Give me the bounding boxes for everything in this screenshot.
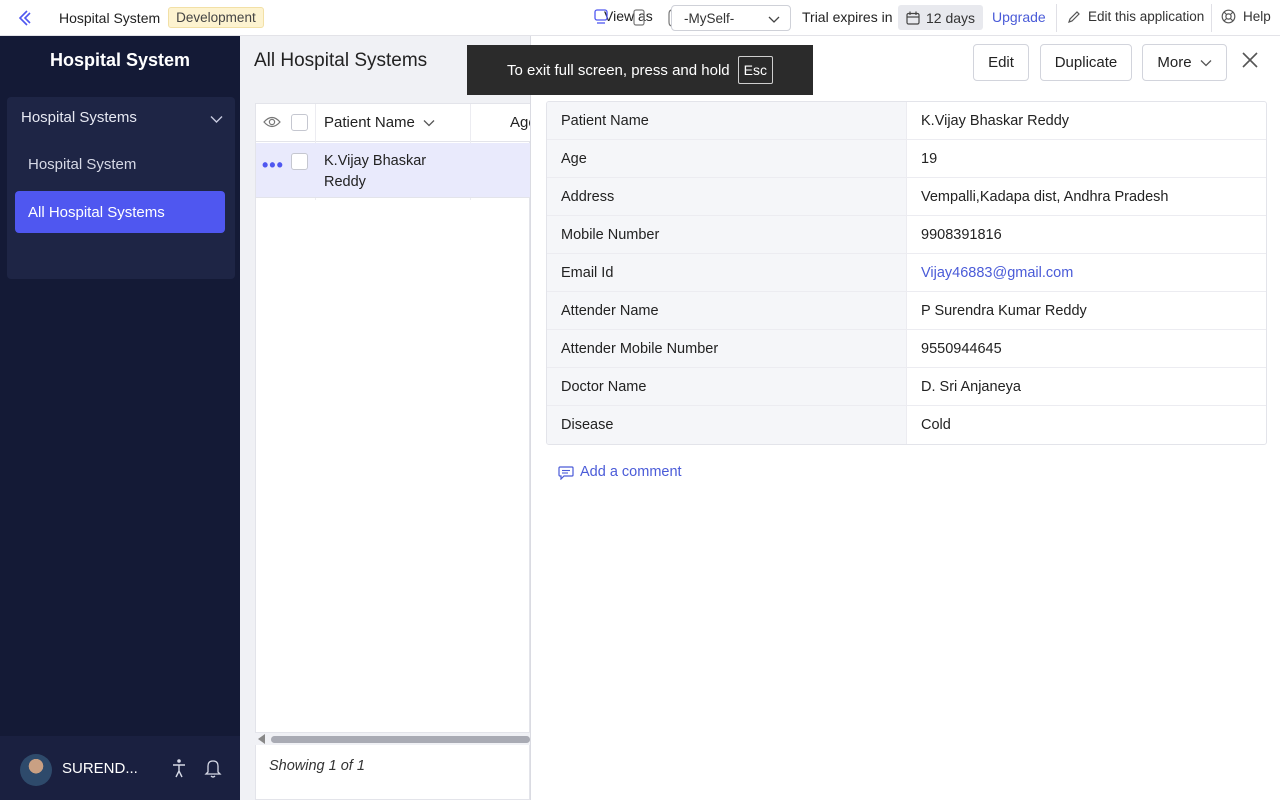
environment-badge: Development (168, 7, 264, 28)
field-row: Attender Mobile Number 9550944645 (547, 330, 1266, 368)
add-comment-label: Add a comment (580, 464, 682, 480)
view-as-value: -MySelf- (684, 10, 735, 26)
sidebar-item-hospital-system[interactable]: Hospital System (28, 156, 136, 173)
add-comment-link[interactable]: Add a comment (558, 464, 682, 480)
divider (1211, 4, 1212, 32)
sidebar-group-hospital-systems[interactable]: Hospital Systems (21, 109, 137, 126)
scrollbar-thumb[interactable] (271, 736, 530, 743)
chevron-down-icon (768, 16, 780, 23)
sidebar-item-all-hospital-systems[interactable]: All Hospital Systems (15, 191, 225, 233)
pencil-icon (1068, 10, 1080, 23)
edit-application-label: Edit this application (1088, 9, 1205, 24)
edit-application-button[interactable]: Edit this application (1067, 9, 1204, 24)
duplicate-button[interactable]: Duplicate (1040, 44, 1132, 81)
field-row: Attender Name P Surendra Kumar Reddy (547, 292, 1266, 330)
chevron-down-icon[interactable] (210, 115, 223, 124)
field-label: Attender Mobile Number (547, 330, 907, 367)
field-label: Patient Name (547, 102, 907, 139)
table-footer: Showing 1 of 1 (255, 745, 530, 800)
chevron-down-icon (1200, 59, 1212, 66)
field-label: Attender Name (547, 292, 907, 329)
field-value: D. Sri Anjaneya (921, 378, 1021, 395)
app-logo-icon[interactable] (0, 0, 50, 36)
help-lifebuoy-icon (1221, 9, 1236, 24)
trial-days: 12 days (926, 9, 976, 26)
field-value: 19 (921, 150, 938, 167)
field-label: Email Id (547, 254, 907, 291)
divider (1056, 4, 1057, 32)
device-toggle-icon[interactable] (594, 8, 672, 28)
email-link[interactable]: Vijay46883@gmail.com (907, 254, 1266, 291)
field-row: Doctor Name D. Sri Anjaneya (547, 368, 1266, 406)
accessibility-icon[interactable] (170, 758, 188, 778)
field-label: Mobile Number (547, 216, 907, 253)
user-name[interactable]: SUREND... (62, 760, 138, 777)
esc-key: Esc (737, 56, 773, 84)
more-label: More (1157, 54, 1192, 71)
sidebar: Hospital System Hospital Systems Hospita… (0, 36, 240, 800)
select-all-checkbox[interactable] (291, 114, 308, 131)
sidebar-item-label: All Hospital Systems (28, 203, 165, 221)
trial-days-badge: 12 days (898, 5, 984, 30)
field-value: Vempalli,Kadapa dist, Andhra Pradesh (921, 188, 1169, 205)
app-name[interactable]: Hospital System (59, 10, 160, 26)
records-table: Patient Name Age ••• K.Vijay Bhaskar Red… (255, 103, 546, 733)
field-value: Cold (921, 417, 951, 433)
toast-message: To exit full screen, press and hold (507, 61, 730, 79)
bell-icon[interactable] (204, 758, 222, 778)
table-row[interactable]: ••• K.Vijay Bhaskar Reddy 19 (256, 143, 546, 198)
column-header-patient-name[interactable]: Patient Name (324, 114, 435, 131)
field-row: Address Vempalli,Kadapa dist, Andhra Pra… (547, 178, 1266, 216)
field-row: Disease Cold (547, 406, 1266, 444)
upgrade-link[interactable]: Upgrade (992, 9, 1046, 25)
sidebar-footer: SUREND... (0, 736, 240, 800)
fullscreen-toast: To exit full screen, press and hold Esc (467, 45, 813, 95)
field-row: Email Id Vijay46883@gmail.com (547, 254, 1266, 292)
help-label: Help (1243, 9, 1271, 24)
avatar[interactable] (20, 754, 52, 786)
sidebar-section: Hospital Systems Hospital System All Hos… (7, 97, 235, 279)
field-label: Doctor Name (547, 368, 907, 405)
scroll-left-icon[interactable] (258, 734, 265, 744)
record-detail-panel: Edit Duplicate More Patient Name K.Vijay… (530, 36, 1280, 800)
field-label: Age (547, 140, 907, 177)
cell-patient-name: K.Vijay Bhaskar Reddy (324, 153, 427, 190)
eye-icon[interactable] (263, 115, 281, 129)
field-value: K.Vijay Bhaskar Reddy (921, 112, 1070, 129)
chevron-down-icon[interactable] (423, 119, 435, 127)
field-label: Disease (547, 406, 907, 444)
field-row: Patient Name K.Vijay Bhaskar Reddy (547, 102, 1266, 140)
row-actions-icon[interactable]: ••• (262, 155, 284, 176)
list-view: All Hospital Systems Patient Name Age ••… (240, 36, 546, 800)
calendar-icon (906, 11, 920, 25)
column-label: Patient Name (324, 114, 415, 131)
field-value: P Surendra Kumar Reddy (921, 302, 1087, 319)
help-button[interactable]: Help (1221, 9, 1271, 24)
view-as-select[interactable]: -MySelf- (671, 5, 791, 31)
field-label: Address (547, 178, 907, 215)
trial-label: Trial expires in (802, 9, 893, 25)
more-button[interactable]: More (1142, 44, 1227, 81)
field-row: Mobile Number 9908391816 (547, 216, 1266, 254)
row-checkbox[interactable] (291, 153, 308, 170)
field-value: 9908391816 (921, 226, 1002, 243)
top-bar: Hospital System Development View as -MyS… (0, 0, 1280, 36)
field-value: 9550944645 (921, 340, 1002, 357)
edit-button[interactable]: Edit (973, 44, 1029, 81)
record-fields: Patient Name K.Vijay Bhaskar Reddy Age 1… (546, 101, 1267, 445)
field-row: Age 19 (547, 140, 1266, 178)
close-icon[interactable] (1240, 50, 1260, 70)
table-header: Patient Name Age (256, 104, 537, 200)
comment-icon (558, 465, 574, 480)
horizontal-scrollbar[interactable] (255, 733, 530, 745)
sidebar-title: Hospital System (49, 50, 191, 70)
view-as[interactable]: View as (594, 8, 672, 27)
record-count: Showing 1 of 1 (269, 758, 365, 774)
page-title: All Hospital Systems (254, 50, 428, 71)
